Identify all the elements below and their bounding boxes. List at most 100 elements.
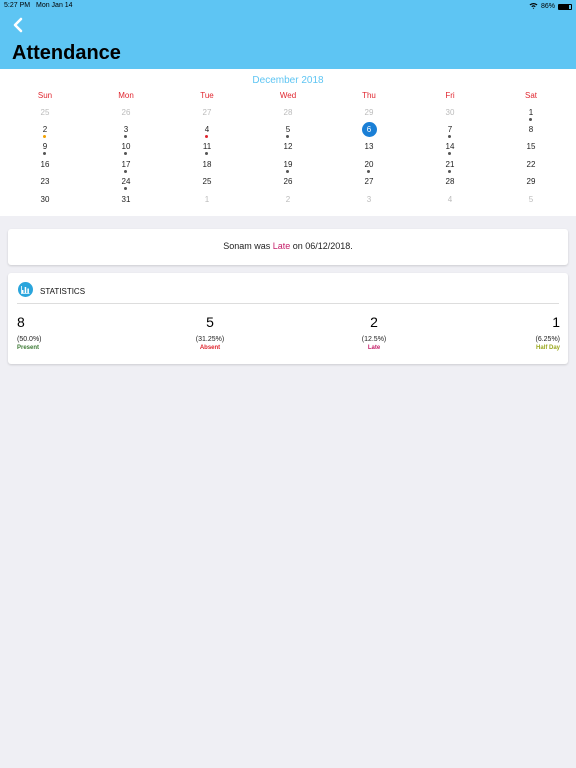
calendar-day[interactable]: 12 xyxy=(248,142,328,158)
day-number: 31 xyxy=(121,195,131,204)
day-number: 30 xyxy=(40,195,50,204)
attendance-dot xyxy=(124,187,127,190)
calendar-day[interactable]: 25 xyxy=(5,108,85,124)
day-number: 14 xyxy=(445,142,455,151)
calendar-day[interactable]: 18 xyxy=(167,160,247,176)
calendar-day[interactable]: 19 xyxy=(248,160,328,176)
calendar-day[interactable]: 3 xyxy=(329,195,409,211)
day-number: 24 xyxy=(121,177,131,186)
calendar-day[interactable]: 28 xyxy=(410,177,490,193)
attendance-dot xyxy=(124,135,127,138)
status-bar: 5:27 PM Mon Jan 14 86% xyxy=(0,0,576,12)
weekday-wed: Wed xyxy=(279,91,297,100)
attendance-dot xyxy=(367,170,370,173)
calendar-day[interactable]: 30 xyxy=(5,195,85,211)
calendar-day[interactable]: 2 xyxy=(248,195,328,211)
day-number: 13 xyxy=(364,142,374,151)
calendar-day[interactable]: 30 xyxy=(410,108,490,124)
chevron-left-icon xyxy=(13,17,23,33)
day-number: 26 xyxy=(121,108,131,117)
calendar-day[interactable]: 16 xyxy=(5,160,85,176)
day-number: 19 xyxy=(283,160,293,169)
calendar-day[interactable]: 8 xyxy=(491,125,571,141)
day-number: 4 xyxy=(447,195,453,204)
calendar-day[interactable]: 29 xyxy=(491,177,571,193)
calendar-day[interactable]: 2 xyxy=(5,125,85,141)
wifi-icon xyxy=(529,2,538,11)
day-number: 25 xyxy=(40,108,50,117)
stat-percent: (50.0%) xyxy=(17,336,42,343)
day-number: 20 xyxy=(364,160,374,169)
calendar-day[interactable]: 7 xyxy=(410,125,490,141)
day-number: 8 xyxy=(528,125,534,134)
statistics-title: STATISTICS xyxy=(40,287,86,296)
calendar-day[interactable]: 24 xyxy=(86,177,166,193)
status-date: Mon Jan 14 xyxy=(36,2,73,9)
day-number: 11 xyxy=(202,142,212,151)
summary-status: Late xyxy=(272,241,291,251)
calendar-day[interactable]: 4 xyxy=(410,195,490,211)
calendar-day[interactable]: 26 xyxy=(86,108,166,124)
calendar-day[interactable]: 22 xyxy=(491,160,571,176)
day-number: 29 xyxy=(364,108,374,117)
back-button[interactable] xyxy=(11,17,27,33)
stat-label: Late xyxy=(367,345,381,351)
calendar-day[interactable]: 27 xyxy=(167,108,247,124)
calendar-day[interactable]: 28 xyxy=(248,108,328,124)
calendar-day[interactable]: 25 xyxy=(167,177,247,193)
day-number: 18 xyxy=(202,160,212,169)
calendar-day[interactable]: 9 xyxy=(5,142,85,158)
attendance-summary: Sonam was Late on 06/12/2018. xyxy=(8,241,568,251)
weekday-thu: Thu xyxy=(362,91,376,100)
stat-late: 2 (12.5%) Late xyxy=(324,314,424,351)
calendar-day[interactable]: 3 xyxy=(86,125,166,141)
calendar-day[interactable]: 23 xyxy=(5,177,85,193)
calendar-day[interactable]: 5 xyxy=(491,195,571,211)
battery-icon xyxy=(558,3,572,10)
day-number: 1 xyxy=(204,195,210,204)
day-number: 7 xyxy=(447,125,453,134)
attendance-dot xyxy=(529,118,532,121)
attendance-summary-card: Sonam was Late on 06/12/2018. xyxy=(8,229,568,265)
stat-count: 5 xyxy=(206,314,214,330)
calendar-day[interactable]: 21 xyxy=(410,160,490,176)
weekday-sat: Sat xyxy=(524,91,537,100)
stat-percent: (12.5%) xyxy=(361,336,387,343)
stat-count: 2 xyxy=(370,314,378,330)
calendar-day[interactable]: 1 xyxy=(167,195,247,211)
calendar-day[interactable]: 15 xyxy=(491,142,571,158)
calendar-day[interactable]: 20 xyxy=(329,160,409,176)
calendar-day[interactable]: 26 xyxy=(248,177,328,193)
stat-count: 8 xyxy=(17,314,25,330)
attendance-dot xyxy=(286,135,289,138)
day-number: 29 xyxy=(526,177,536,186)
day-number: 17 xyxy=(121,160,131,169)
calendar-day[interactable]: 14 xyxy=(410,142,490,158)
calendar-day[interactable]: 4 xyxy=(167,125,247,141)
attendance-dot xyxy=(124,170,127,173)
day-number: 5 xyxy=(528,195,534,204)
day-number: 3 xyxy=(123,125,129,134)
calendar-day[interactable]: 27 xyxy=(329,177,409,193)
day-number: 12 xyxy=(283,142,293,151)
calendar-day[interactable]: 31 xyxy=(86,195,166,211)
page-title: Attendance xyxy=(12,42,121,64)
day-number: 16 xyxy=(40,160,50,169)
day-number: 26 xyxy=(283,177,293,186)
calendar-day[interactable]: 13 xyxy=(329,142,409,158)
day-number: 30 xyxy=(445,108,455,117)
day-number: 1 xyxy=(528,108,534,117)
calendar-day[interactable]: 11 xyxy=(167,142,247,158)
stat-label: Absent xyxy=(199,345,221,351)
calendar-day[interactable]: 10 xyxy=(86,142,166,158)
calendar-day[interactable]: 17 xyxy=(86,160,166,176)
attendance-dot xyxy=(124,152,127,155)
weekday-tue: Tue xyxy=(200,91,214,100)
stat-percent: (6.25%) xyxy=(535,336,560,343)
day-number: 9 xyxy=(42,142,48,151)
calendar-day-selected[interactable]: 6 xyxy=(329,122,409,141)
calendar-day[interactable]: 1 xyxy=(491,108,571,124)
battery-percent: 86% xyxy=(540,3,555,10)
day-number: 21 xyxy=(445,160,455,169)
calendar-day[interactable]: 5 xyxy=(248,125,328,141)
